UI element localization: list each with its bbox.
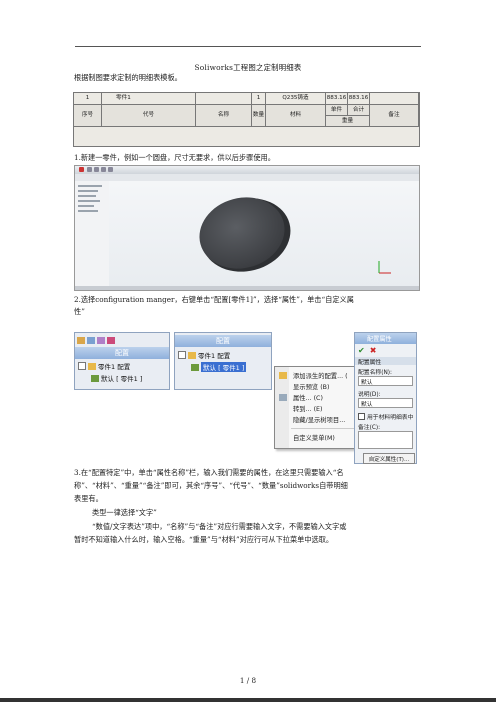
bom-header-index: 序号 [74, 105, 102, 127]
cancel-icon[interactable]: ✖ [370, 346, 377, 355]
step1-text: 1.新建一零件，例如一个圆盘，尺寸无要求，供以后步骤使用。 [74, 153, 275, 162]
collapse-icon[interactable] [178, 351, 186, 359]
feature-manager-tree [75, 181, 110, 290]
bom-template-table: 1 零件1 1 Q235铸造 883.16 883.16 序号 代号 名称 数量… [73, 92, 420, 147]
save-icon[interactable] [101, 167, 106, 172]
bom-cell: 1 [252, 93, 266, 105]
menu-item-goto[interactable]: 转到... (E) [293, 404, 323, 413]
menu-gutter [275, 367, 289, 448]
status-bar [75, 286, 419, 290]
note2-text-1: “数值/文字表达”项中，“名称”与“备注”对应行需要输入文字，不需要输入文字或 [92, 522, 347, 531]
bom-header-material: 材料 [266, 105, 326, 127]
config-item-icon [91, 374, 99, 382]
step2-text-2: 性” [74, 307, 85, 316]
menu-separator [291, 428, 362, 429]
sw-logo-icon [79, 167, 84, 172]
bom-header-weight: 重量 [326, 116, 370, 127]
new-icon[interactable] [87, 167, 92, 172]
tree-root-label: 零件1 配置 [98, 363, 131, 371]
menu-item-show-preview[interactable]: 显示预览 (B) [293, 382, 329, 391]
tree-root-label-2: 零件1 配置 [198, 352, 231, 360]
bom-cell: 1 [74, 93, 102, 105]
feature-tree-icon[interactable] [77, 336, 85, 344]
print-icon[interactable] [108, 167, 113, 172]
dim-icon[interactable] [107, 336, 115, 344]
config-folder-icon [88, 362, 96, 370]
tree-child-2[interactable]: 默认 [ 零件1 ] [191, 362, 247, 372]
properties-icon [279, 394, 287, 401]
step3-text-3: 表里有。 [74, 494, 103, 503]
panel-actions: ✔ ✖ [358, 346, 376, 355]
config-icon[interactable] [97, 336, 105, 344]
bom-header-qty: 数量 [252, 105, 266, 127]
tree-root[interactable]: 零件1 配置 [78, 361, 130, 371]
header-rule [75, 46, 421, 47]
property-icon[interactable] [87, 336, 95, 344]
bom-header-remark: 备注 [370, 105, 419, 127]
graphics-area[interactable] [109, 181, 419, 290]
config-manager-pane-2: 配置 零件1 配置 默认 [ 零件1 ] [174, 332, 272, 390]
panel-title: 配置属性 [355, 333, 416, 344]
context-menu: 添加派生的配置... ( 显示预览 (B) 属性... (C) 转到... (E… [274, 366, 366, 449]
intro-text: 根据制图要求定制的明细表模板。 [74, 73, 182, 82]
config-name-label: 配置名称(N): [358, 370, 393, 376]
tree-child[interactable]: 默认 [ 零件1 ] [91, 373, 142, 383]
tree-child-label: 默认 [ 零件1 ] [101, 375, 143, 383]
bom-header-unit: 单件 [326, 105, 348, 116]
panel-section: 配置属性 [355, 357, 416, 366]
step3-text-1: 3.在“配置特定”中，单击“属性名称”栏，输入我们需要的属性，在这里只需要输入“… [74, 468, 344, 477]
bom-cell: 883.16 [326, 93, 348, 105]
bom-header-name: 名称 [196, 105, 252, 127]
page-number: 1 / 8 [239, 676, 257, 685]
menu-item-properties[interactable]: 属性... (C) [293, 393, 323, 402]
collapse-icon[interactable] [78, 362, 86, 370]
solidworks-window [74, 165, 420, 291]
document-page: Soliworks工程图之定制明细表 根据制图要求定制的明细表模板。 1 零件1… [0, 0, 496, 702]
config-folder-icon [188, 351, 196, 359]
page-bottom-bar [0, 698, 496, 702]
menu-item-hide-show[interactable]: 隐藏/显示树项目... [293, 415, 345, 424]
bom-checkbox-label: 用于材料明细表中 [367, 415, 414, 421]
tree-root-2[interactable]: 零件1 配置 [178, 350, 230, 360]
config-screenshot: 配置 零件1 配置 默认 [ 零件1 ] 配置 零件1 配置 默认 [ 零件1 … [74, 332, 417, 464]
step2-text-1: 2.选择configuration manger，右键单击“配置[零件1]”，选… [74, 295, 354, 304]
open-icon[interactable] [94, 167, 99, 172]
step3-text-2: 称”、“材料”、“重量”“备注”即可，其余“序号”、“代号”、“数量”solid… [74, 481, 348, 490]
config-manager-pane: 配置 零件1 配置 默认 [ 零件1 ] [74, 332, 170, 390]
bom-header-total: 合计 [348, 105, 370, 116]
description-field[interactable]: 默认 [358, 398, 413, 408]
comment-field[interactable] [358, 431, 413, 449]
config-properties-panel: 配置属性 ✔ ✖ 配置属性 配置名称(N): 默认 说明(D): 默认 用于材料… [354, 332, 417, 464]
note1-text: 类型一律选择“文字” [92, 508, 157, 517]
pane-title-2: 配置 [175, 335, 271, 347]
bom-cell: 零件1 [102, 93, 196, 105]
custom-properties-button[interactable]: 自定义属性(T)... [363, 453, 415, 464]
bom-cell: 883.16 [348, 93, 370, 105]
tree-child-selected-label[interactable]: 默认 [ 零件1 ] [201, 362, 247, 372]
pane-title: 配置 [75, 347, 169, 359]
note2-text-2: 暂时不知道输入什么时，输入空格。“重量”与“材料”对应行可从下拉菜单中选取。 [74, 535, 334, 544]
bom-cell: Q235铸造 [266, 93, 326, 105]
bom-header-code: 代号 [102, 105, 196, 127]
bom-cell [196, 93, 252, 105]
add-config-icon [279, 372, 287, 379]
ok-icon[interactable]: ✔ [358, 346, 365, 355]
config-item-icon [191, 363, 199, 371]
comment-label: 备注(C): [358, 425, 381, 431]
menu-item-add-derived[interactable]: 添加派生的配置... ( [293, 371, 348, 380]
menu-item-customize[interactable]: 自定义菜单(M) [293, 433, 335, 442]
bom-checkbox[interactable] [358, 413, 365, 420]
bom-checkbox-row[interactable]: 用于材料明细表中 [358, 412, 413, 421]
disk-part-icon [199, 197, 391, 274]
bom-cell [370, 93, 419, 105]
config-name-field[interactable]: 默认 [358, 376, 413, 386]
description-label: 说明(D): [358, 392, 381, 398]
